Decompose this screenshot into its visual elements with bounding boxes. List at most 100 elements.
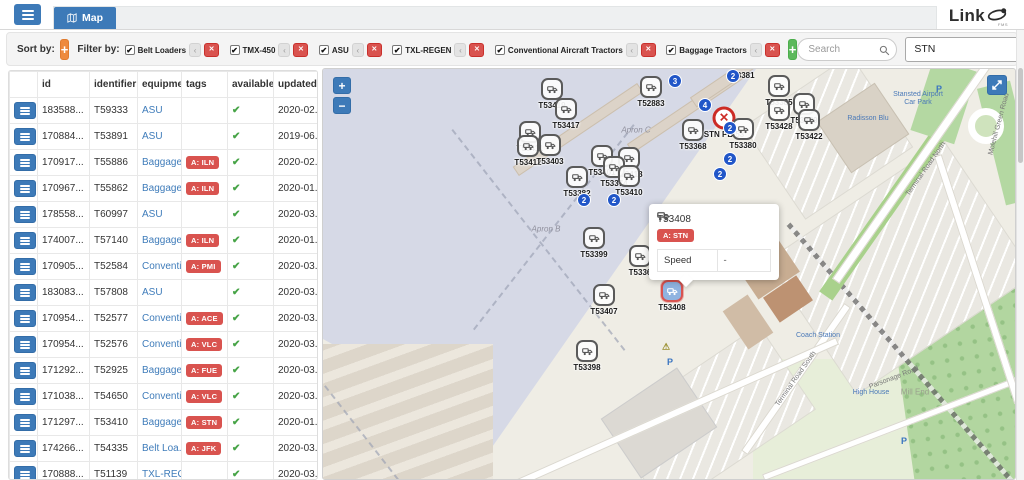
remove-filter-button[interactable]: ✕: [367, 43, 382, 57]
column-header[interactable]: [10, 72, 38, 98]
equipment-link[interactable]: ASU: [138, 124, 182, 150]
table-row[interactable]: 183083... T57808 ASU ✔ 2020-03...: [10, 280, 319, 306]
page-scrollbar[interactable]: [1016, 30, 1024, 480]
table-row[interactable]: 183588... T59333 ASU ✔ 2020-02...: [10, 98, 319, 124]
equipment-link[interactable]: Conventi...: [138, 254, 182, 280]
row-menu-button[interactable]: [14, 388, 36, 405]
row-menu-button[interactable]: [14, 414, 36, 431]
equipment-link[interactable]: ASU: [138, 98, 182, 124]
scrollbar-thumb[interactable]: [1018, 68, 1023, 163]
column-header[interactable]: available: [228, 72, 274, 98]
row-menu-button[interactable]: [14, 232, 36, 249]
hamburger-menu-button[interactable]: [14, 4, 41, 25]
column-header[interactable]: tags: [182, 72, 228, 98]
column-header[interactable]: identifier: [90, 72, 138, 98]
row-menu-button[interactable]: [14, 102, 36, 119]
equipment-link[interactable]: Conventi...: [138, 306, 182, 332]
collapse-filter-button[interactable]: ‹: [750, 43, 762, 57]
table-row[interactable]: 171038... T54650 Conventi... A: VLC ✔ 20…: [10, 384, 319, 410]
column-header[interactable]: id: [38, 72, 90, 98]
table-row[interactable]: 170917... T55886 Baggage ... A: ILN ✔ 20…: [10, 150, 319, 176]
filter-chip[interactable]: ✔ ASU ‹ ✕: [319, 43, 382, 57]
equipment-link[interactable]: Baggage ...: [138, 176, 182, 202]
checkbox-checked-icon[interactable]: ✔: [666, 45, 676, 55]
row-menu-button[interactable]: [14, 206, 36, 223]
equipment-link[interactable]: Baggage ...: [138, 358, 182, 384]
checkbox-checked-icon[interactable]: ✔: [230, 45, 240, 55]
checkbox-checked-icon[interactable]: ✔: [392, 45, 402, 55]
remove-filter-button[interactable]: ✕: [469, 43, 484, 57]
checkbox-checked-icon[interactable]: ✔: [319, 45, 329, 55]
table-row[interactable]: 170884... T53891 ASU ✔ 2019-06...: [10, 124, 319, 150]
cluster-badge[interactable]: 3: [668, 74, 682, 88]
column-header[interactable]: equipment: [138, 72, 182, 98]
tab-map[interactable]: Map: [54, 7, 116, 29]
collapse-filter-button[interactable]: ‹: [189, 43, 201, 57]
collapse-filter-button[interactable]: ‹: [352, 43, 364, 57]
row-menu-button[interactable]: [14, 258, 36, 275]
remove-filter-button[interactable]: ✕: [204, 43, 219, 57]
table-row[interactable]: 170905... T52584 Conventi... A: PMI ✔ 20…: [10, 254, 319, 280]
checkbox-checked-icon[interactable]: ✔: [495, 45, 505, 55]
row-menu-button[interactable]: [14, 336, 36, 353]
table-row[interactable]: 178558... T60997 ASU ✔ 2020-03...: [10, 202, 319, 228]
table-row[interactable]: 174007... T57140 Baggage ... A: ILN ✔ 20…: [10, 228, 319, 254]
column-header[interactable]: updated: [274, 72, 319, 98]
map[interactable]: Apron CApron BStansted Airport Car ParkR…: [322, 68, 1016, 480]
cell-updated: 2020-02...: [274, 98, 319, 124]
table-row[interactable]: 171297... T53410 Baggage ... A: STN ✔ 20…: [10, 410, 319, 436]
remove-filter-button[interactable]: ✕: [293, 43, 308, 57]
cluster-badge[interactable]: 2: [726, 69, 740, 83]
remove-filter-button[interactable]: ✕: [641, 43, 656, 57]
add-sort-button[interactable]: +: [60, 39, 70, 60]
equipment-link[interactable]: Baggage ...: [138, 410, 182, 436]
collapse-filter-button[interactable]: ‹: [626, 43, 638, 57]
row-menu-button[interactable]: [14, 284, 36, 301]
cell-id: 183083...: [38, 280, 90, 306]
cluster-badge[interactable]: 2: [607, 193, 621, 207]
remove-filter-button[interactable]: ✕: [765, 43, 780, 57]
cluster-badge[interactable]: 2: [713, 167, 727, 181]
equipment-link[interactable]: Belt Loa...: [138, 436, 182, 462]
equipment-link[interactable]: Conventi...: [138, 384, 182, 410]
filter-chip[interactable]: ✔ Conventional Aircraft Tractors ‹ ✕: [495, 43, 656, 57]
checkbox-checked-icon[interactable]: ✔: [125, 45, 135, 55]
row-menu-button[interactable]: [14, 466, 36, 480]
cell-tags: [182, 462, 228, 480]
add-filter-button[interactable]: +: [788, 39, 798, 60]
cluster-badge[interactable]: 4: [698, 98, 712, 112]
equipment-link[interactable]: ASU: [138, 202, 182, 228]
available-check-icon: ✔: [228, 150, 274, 176]
row-menu-button[interactable]: [14, 362, 36, 379]
row-menu-button[interactable]: [14, 128, 36, 145]
filter-chip[interactable]: ✔ TMX-450 ‹ ✕: [230, 43, 309, 57]
table-row[interactable]: 170954... T52577 Conventi... A: ACE ✔ 20…: [10, 306, 319, 332]
cluster-badge[interactable]: 2: [577, 193, 591, 207]
cluster-badge[interactable]: 2: [723, 121, 737, 135]
row-menu-button[interactable]: [14, 310, 36, 327]
equipment-link[interactable]: TXL-REG...: [138, 462, 182, 480]
cluster-badge[interactable]: 2: [723, 152, 737, 166]
row-menu-button[interactable]: [14, 180, 36, 197]
collapse-filter-button[interactable]: ‹: [454, 43, 466, 57]
equipment-link[interactable]: ASU: [138, 280, 182, 306]
zoom-in-button[interactable]: +: [333, 77, 351, 94]
filter-chip[interactable]: ✔ Baggage Tractors ‹ ✕: [666, 43, 780, 57]
table-row[interactable]: 174266... T54335 Belt Loa... A: JFK ✔ 20…: [10, 436, 319, 462]
fullscreen-button[interactable]: [987, 75, 1007, 95]
table-row[interactable]: 170967... T55862 Baggage ... A: ILN ✔ 20…: [10, 176, 319, 202]
table-row[interactable]: 170888... T51139 TXL-REG... ✔ 2020-03...: [10, 462, 319, 480]
table-row[interactable]: 170954... T52576 Conventi... A: VLC ✔ 20…: [10, 332, 319, 358]
equipment-link[interactable]: Baggage ...: [138, 150, 182, 176]
equipment-link[interactable]: Baggage ...: [138, 228, 182, 254]
region-combobox[interactable]: STN ▾: [905, 37, 1018, 62]
equipment-link[interactable]: Conventi...: [138, 332, 182, 358]
zoom-out-button[interactable]: −: [333, 97, 351, 114]
row-menu-button[interactable]: [14, 154, 36, 171]
table-row[interactable]: 171292... T52925 Baggage ... A: FUE ✔ 20…: [10, 358, 319, 384]
cell-tags: A: STN: [182, 410, 228, 436]
row-menu-button[interactable]: [14, 440, 36, 457]
collapse-filter-button[interactable]: ‹: [278, 43, 290, 57]
filter-chip[interactable]: ✔ Belt Loaders ‹ ✕: [125, 43, 219, 57]
filter-chip[interactable]: ✔ TXL-REGEN ‹ ✕: [392, 43, 484, 57]
